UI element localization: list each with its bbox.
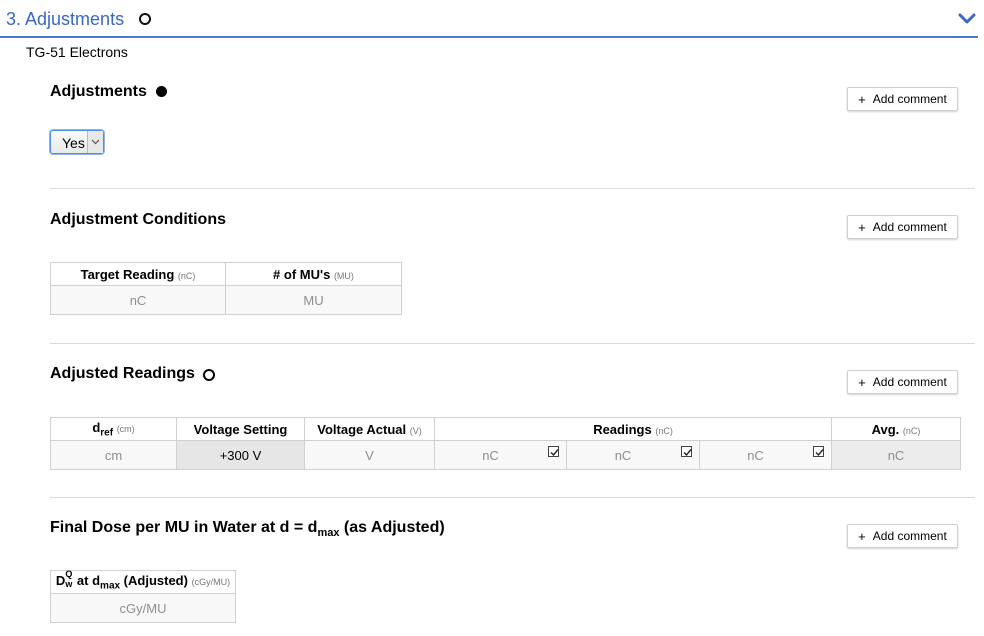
adjusted-readings-heading: Adjusted Readings <box>50 365 195 382</box>
reading-1-input[interactable]: nC <box>434 440 567 470</box>
final-dose-heading: Final Dose per MU in Water at d = dmax (… <box>50 519 445 540</box>
mu-count-input[interactable]: MU <box>225 285 402 315</box>
adjustments-select[interactable]: Yes <box>50 130 104 154</box>
divider <box>50 497 975 498</box>
dose-header: DQw at dmax (Adjusted) (cGy/MU) <box>50 569 236 594</box>
section-header[interactable]: 3. Adjustments <box>0 0 978 38</box>
dropdown-arrow-icon <box>87 131 103 153</box>
readings-header: Readings (nC) <box>433 417 833 441</box>
add-comment-button[interactable]: + Add comment <box>847 87 958 111</box>
checkbox-checked[interactable] <box>681 446 692 457</box>
dref-input[interactable]: cm <box>50 440 177 470</box>
adjustments-heading: Adjustments <box>50 83 147 100</box>
plus-icon: + <box>858 528 866 544</box>
add-comment-label: Add comment <box>872 529 947 543</box>
checkbox-checked[interactable] <box>548 446 559 457</box>
plus-icon: + <box>858 374 866 390</box>
plus-icon: + <box>858 91 866 107</box>
target-reading-input[interactable]: nC <box>50 285 226 315</box>
avg-header: Avg. (nC) <box>831 417 962 441</box>
voltage-setting-value: +300 V <box>176 440 305 470</box>
checkbox-checked[interactable] <box>813 446 825 457</box>
dose-input[interactable]: cGy/MU <box>50 593 236 623</box>
reading-3-input[interactable]: nC <box>698 440 833 470</box>
chevron-down-icon[interactable] <box>958 12 976 30</box>
mu-count-header: # of MU's (MU) <box>225 262 402 286</box>
voltage-actual-header: Voltage Actual (V) <box>304 417 435 441</box>
reading-2-input[interactable]: nC <box>566 440 700 470</box>
select-value: Yes <box>62 135 85 151</box>
adjustment-conditions-table: Target Reading (nC) # of MU's (MU) nC MU <box>50 262 402 315</box>
adjustment-conditions-heading: Adjustment Conditions <box>50 211 226 228</box>
add-comment-label: Add comment <box>872 92 947 106</box>
section-title: 3. Adjustments <box>6 9 125 29</box>
add-comment-label: Add comment <box>872 220 947 234</box>
add-comment-button[interactable]: + Add comment <box>847 215 958 239</box>
add-comment-button[interactable]: + Add comment <box>847 524 958 548</box>
adjusted-readings-table: dref (cm) Voltage Setting Voltage Actual… <box>50 417 962 470</box>
plus-icon: + <box>858 219 866 235</box>
target-reading-header: Target Reading (nC) <box>50 262 226 286</box>
voltage-actual-input[interactable]: V <box>304 440 435 470</box>
status-open-circle-icon <box>139 13 151 25</box>
status-open-circle-icon <box>203 369 215 381</box>
dref-header: dref (cm) <box>50 417 177 441</box>
voltage-setting-header: Voltage Setting <box>176 417 305 441</box>
divider <box>50 188 975 189</box>
add-comment-label: Add comment <box>872 375 947 389</box>
protocol-label: TG-51 Electrons <box>26 44 128 60</box>
add-comment-button[interactable]: + Add comment <box>847 370 958 394</box>
final-dose-table: DQw at dmax (Adjusted) (cGy/MU) cGy/MU <box>50 569 236 623</box>
divider <box>50 343 975 344</box>
avg-value: nC <box>831 440 962 470</box>
status-filled-dot-icon <box>156 86 167 97</box>
